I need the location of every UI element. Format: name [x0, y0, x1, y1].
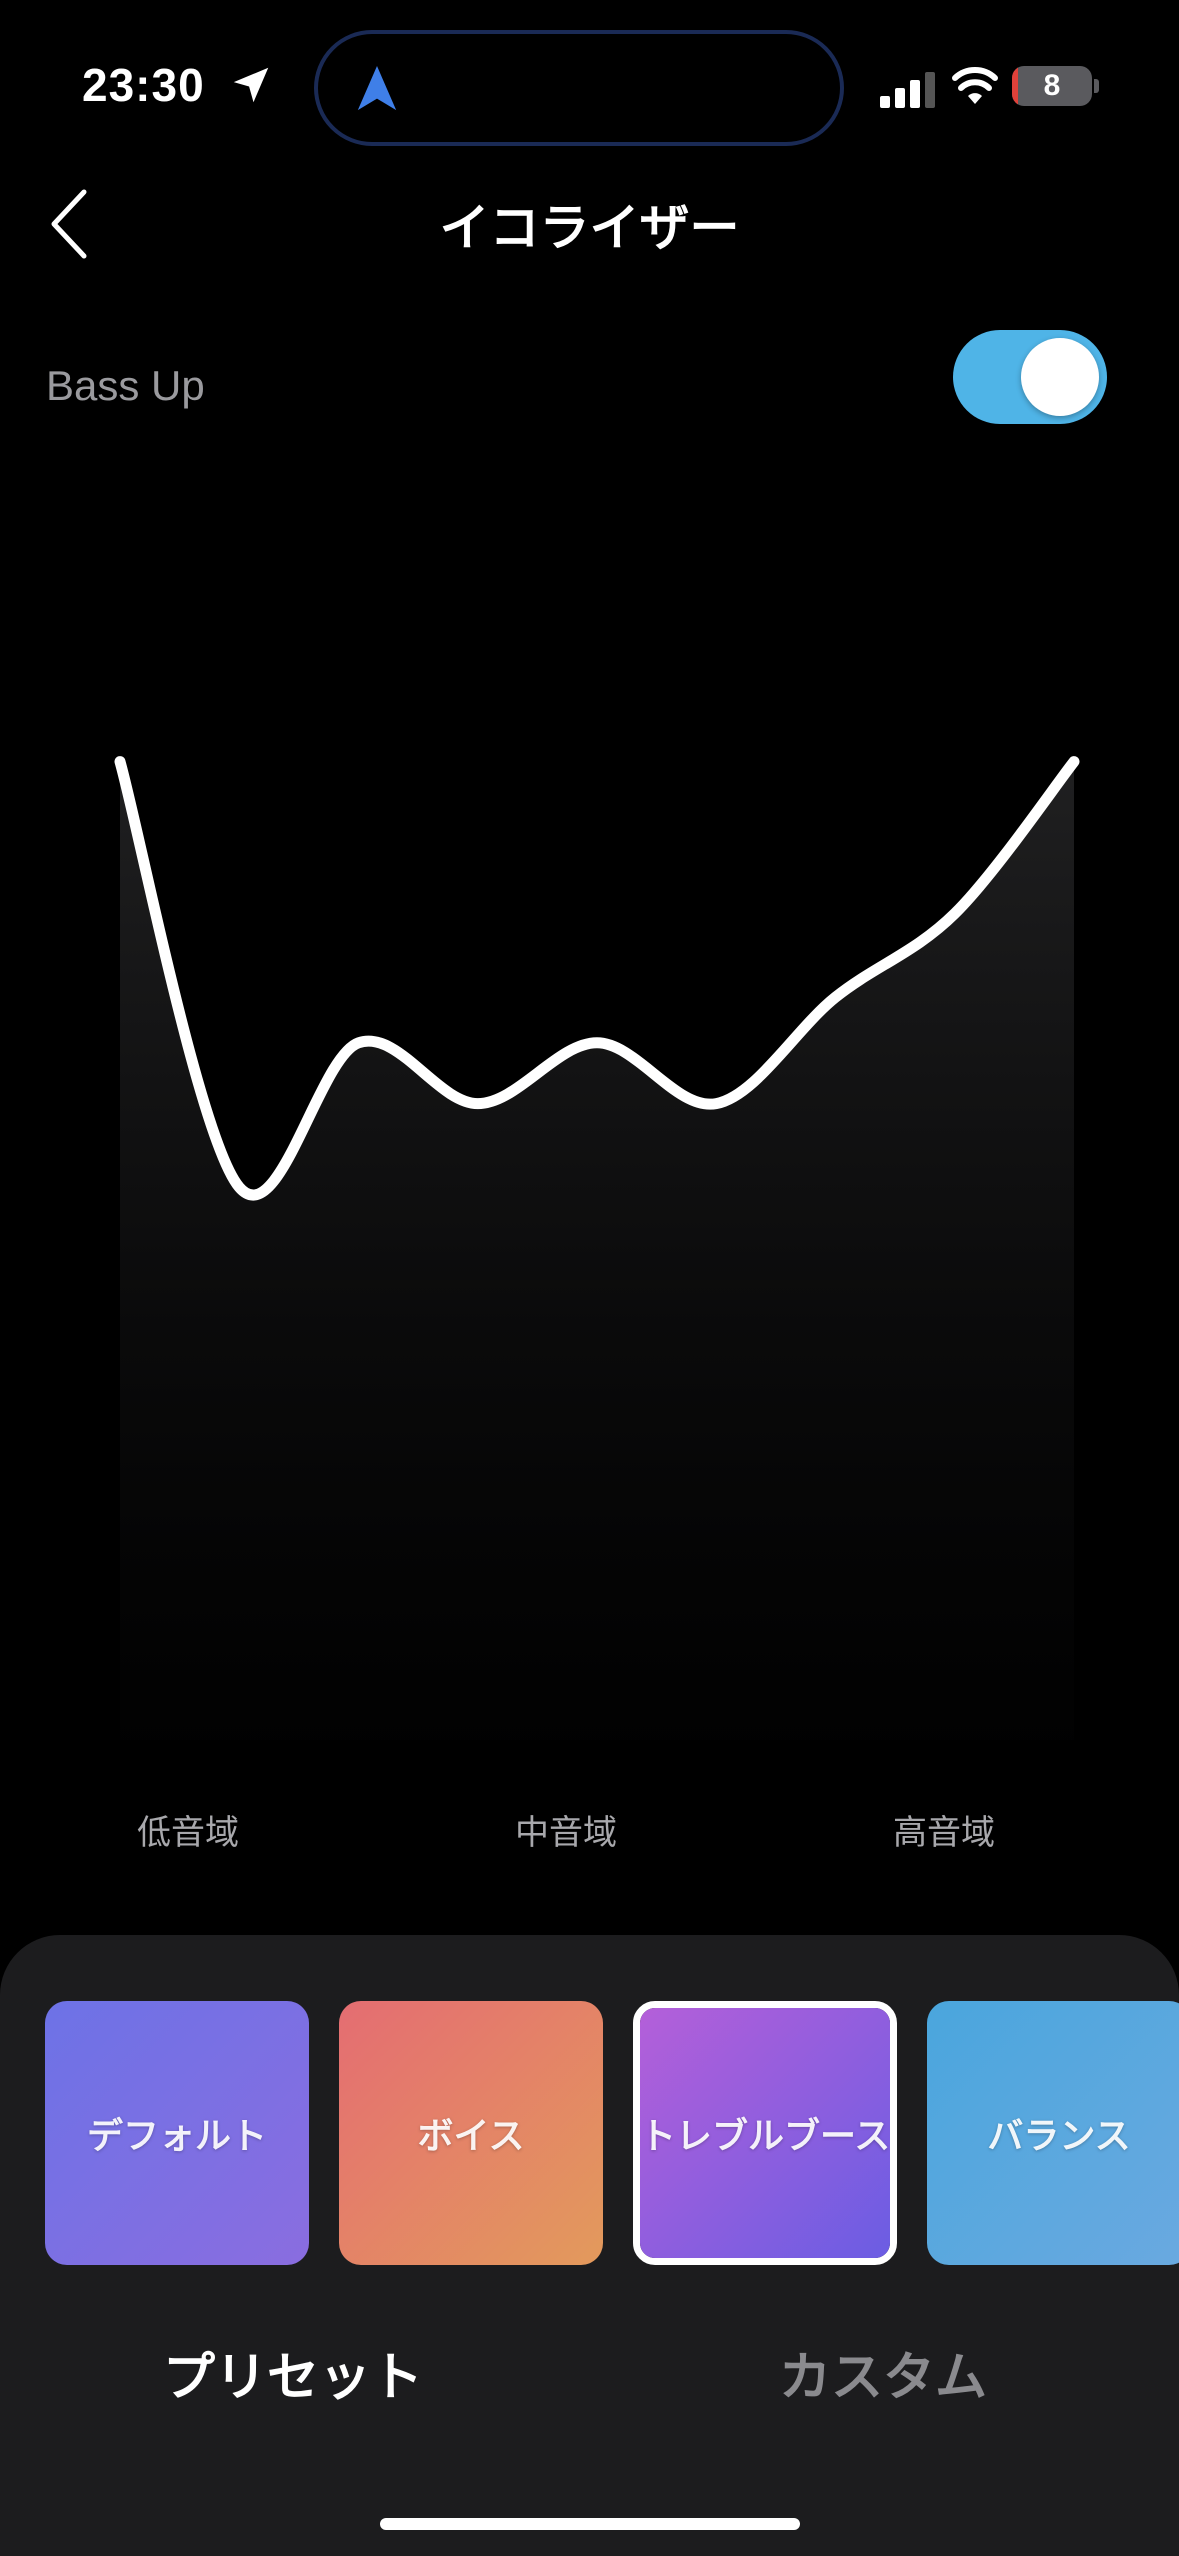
dynamic-island[interactable] — [314, 30, 844, 146]
band-label-high: 高音域 — [893, 1813, 995, 1853]
bass-up-toggle[interactable] — [953, 330, 1107, 424]
band-label-low: 低音域 — [137, 1813, 239, 1853]
navigation-icon — [357, 66, 397, 111]
preset-card-voice[interactable]: ボイス — [339, 2001, 603, 2265]
battery-percent: 8 — [1043, 69, 1061, 102]
preset-label: バランス — [987, 2116, 1131, 2157]
toggle-knob — [1021, 338, 1099, 416]
status-bar: 23:30 8 — [0, 0, 1179, 170]
battery-icon: 8 — [1012, 66, 1092, 106]
cellular-signal-icon — [880, 72, 935, 108]
tab-custom[interactable]: カスタム — [779, 2335, 987, 2410]
page-title: イコライザー — [439, 199, 740, 257]
home-indicator[interactable] — [380, 2518, 800, 2530]
preset-label: デフォルト — [86, 2116, 267, 2157]
equalizer-curve-chart[interactable] — [0, 500, 1179, 1750]
wifi-icon — [952, 67, 998, 104]
preset-label: トレブルブースト — [640, 2116, 891, 2157]
preset-card-treble-boost[interactable]: トレブルブースト — [633, 2001, 897, 2265]
equalizer-bottom-sheet: デフォルト ボイス トレブルブースト バランス プリセット カスタム — [0, 1935, 1179, 2556]
status-time: 23:30 — [82, 59, 205, 111]
preset-card-balance[interactable]: バランス — [927, 2001, 1179, 2265]
band-label-mid: 中音域 — [515, 1813, 617, 1853]
preset-carousel[interactable]: デフォルト ボイス トレブルブースト バランス — [0, 2001, 1179, 2271]
bass-up-label: Bass Up — [46, 362, 205, 409]
preset-card-default[interactable]: デフォルト — [45, 2001, 309, 2265]
band-labels: 低音域 中音域 高音域 — [0, 1805, 1179, 1865]
tab-preset[interactable]: プリセット — [163, 2335, 423, 2410]
location-arrow-icon — [233, 67, 269, 103]
preset-label: ボイス — [417, 2116, 525, 2157]
battery-nub — [1094, 79, 1099, 93]
